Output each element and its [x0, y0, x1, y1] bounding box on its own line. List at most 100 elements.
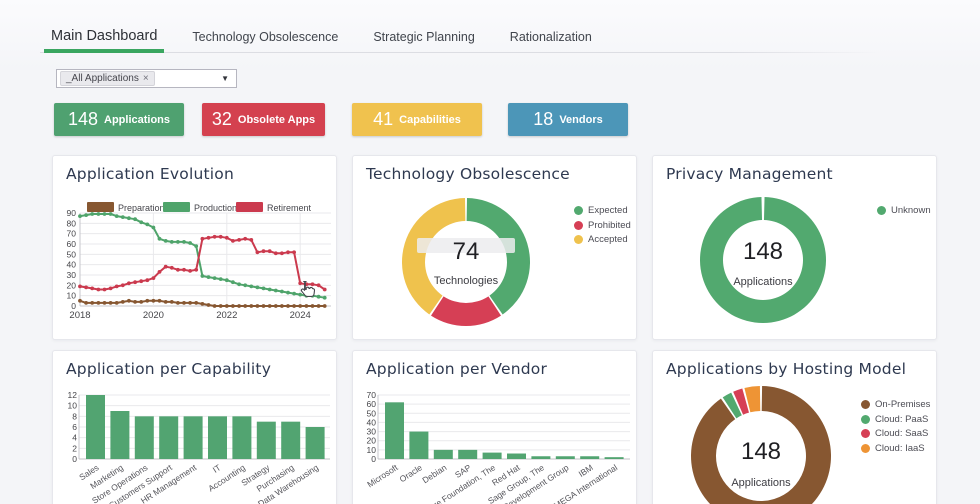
legend-item-prohibited[interactable]: Prohibited	[574, 220, 631, 231]
legend-item-retirement[interactable]: Retirement	[236, 202, 312, 213]
card-applications-by-hosting-model: Applications by Hosting Model 148Applica…	[652, 350, 937, 504]
bar-it[interactable]	[208, 416, 227, 459]
svg-text:2: 2	[72, 443, 77, 453]
bar-purchasing[interactable]	[281, 422, 300, 459]
bar-ibm[interactable]	[580, 456, 599, 459]
svg-text:Microsoft: Microsoft	[365, 462, 400, 490]
legend-item-cloud-saas[interactable]: Cloud: SaaS	[861, 428, 930, 439]
svg-text:2022: 2022	[216, 310, 237, 321]
bar-apache-software-foundation-the[interactable]	[483, 453, 502, 459]
svg-text:2020: 2020	[143, 310, 164, 321]
bar-data-warehousing[interactable]	[306, 427, 325, 459]
legend-label: Cloud: IaaS	[875, 443, 925, 454]
kpi-label: Capabilities	[399, 114, 461, 126]
svg-text:30: 30	[367, 427, 377, 437]
kpi-obsolete-apps[interactable]: 32 Obsolete Apps	[202, 103, 325, 136]
chart-legend: On-Premises Cloud: PaaS Cloud: SaaS Cloud: …	[861, 399, 930, 454]
legend-item-production[interactable]: Production	[163, 202, 237, 213]
kpi-applications[interactable]: 148 Applications	[54, 103, 184, 136]
legend-label: Cloud: SaaS	[875, 428, 928, 439]
legend-item-expected[interactable]: Expected	[574, 205, 631, 216]
bar-mega-international[interactable]	[605, 457, 624, 459]
svg-text:6: 6	[72, 422, 77, 432]
chart-legend: Expected Prohibited Accepted	[574, 205, 631, 245]
bar-sage-group-the[interactable]	[531, 456, 550, 459]
svg-text:30: 30	[67, 270, 77, 280]
svg-text:Preparation: Preparation	[118, 203, 165, 213]
legend-dot-icon	[574, 206, 583, 215]
legend-item-on-premises[interactable]: On-Premises	[861, 399, 930, 410]
svg-text:40: 40	[367, 417, 377, 427]
legend-dot-icon	[861, 429, 870, 438]
kpi-value: 41	[373, 109, 393, 130]
svg-text:Production: Production	[194, 203, 237, 213]
card-application-evolution: Application Evolution 010203040506070809…	[52, 155, 337, 340]
svg-text:90: 90	[67, 208, 77, 218]
donut-chart-privacy-management[interactable]: 148Applications	[653, 156, 936, 339]
line-chart-application-evolution[interactable]: 01020304050607080902018202020222024Prepa…	[53, 156, 336, 339]
svg-text:0: 0	[72, 454, 77, 464]
donut-center-label: Applications	[731, 477, 791, 489]
bar-sales[interactable]	[86, 395, 105, 459]
bar-hr-management[interactable]	[184, 416, 203, 459]
bar-chart-application-per-capability[interactable]: 024681012SalesMarketingStore OperationsC…	[53, 351, 336, 504]
legend-dot-icon	[861, 444, 870, 453]
card-application-per-vendor: Application per Vendor 010203040506070Mi…	[352, 350, 637, 504]
kpi-vendors[interactable]: 18 Vendors	[508, 103, 628, 136]
bar-marketing[interactable]	[110, 411, 129, 459]
legend-item-preparation[interactable]: Preparation	[87, 202, 165, 213]
legend-item-cloud-paas[interactable]: Cloud: PaaS	[861, 414, 930, 425]
svg-text:70: 70	[367, 390, 377, 400]
svg-text:Retirement: Retirement	[267, 203, 312, 213]
tab-strategic-planning[interactable]: Strategic Planning	[366, 30, 481, 53]
kpi-value: 148	[68, 109, 98, 130]
svg-text:80: 80	[67, 218, 77, 228]
bar-oracle[interactable]	[409, 432, 428, 459]
tab-rationalization[interactable]: Rationalization	[503, 30, 599, 53]
legend-label: Accepted	[588, 234, 628, 245]
svg-text:70: 70	[67, 229, 77, 239]
bar-accounting[interactable]	[232, 416, 251, 459]
svg-text:8: 8	[72, 411, 77, 421]
tab-main-dashboard[interactable]: Main Dashboard	[44, 28, 164, 53]
tab-bar: Main Dashboard Technology Obsolescence S…	[44, 24, 599, 53]
svg-text:12: 12	[68, 390, 78, 400]
svg-text:20: 20	[367, 436, 377, 446]
kpi-label: Obsolete Apps	[238, 114, 315, 126]
legend-label: Unknown	[891, 205, 931, 216]
card-privacy-management: Privacy Management 148Applications Unkno…	[652, 155, 937, 340]
svg-text:Debian: Debian	[420, 462, 448, 485]
legend-item-unknown[interactable]: Unknown	[877, 205, 931, 216]
bar-postgresql-global-development-group[interactable]	[556, 456, 575, 459]
svg-text:60: 60	[367, 399, 377, 409]
svg-text:IT: IT	[211, 462, 223, 475]
svg-text:10: 10	[67, 291, 77, 301]
legend-item-cloud-iaas[interactable]: Cloud: IaaS	[861, 443, 930, 454]
bar-store-operations[interactable]	[135, 416, 154, 459]
bar-sap[interactable]	[458, 450, 477, 459]
svg-text:Oracle: Oracle	[398, 462, 425, 484]
bar-chart-application-per-vendor[interactable]: 010203040506070MicrosoftOracleDebianSAPA…	[353, 351, 636, 504]
donut-center-label: Applications	[733, 276, 793, 288]
remove-filter-icon[interactable]: ×	[143, 73, 149, 84]
application-filter-select[interactable]: _All Applications × ▼	[56, 69, 237, 88]
legend-item-accepted[interactable]: Accepted	[574, 234, 631, 245]
bar-red-hat[interactable]	[507, 454, 526, 459]
card-technology-obsolescence: Technology Obsolescence 74Technologies E…	[352, 155, 637, 340]
donut-center-value: 148	[741, 438, 781, 465]
svg-text:50: 50	[367, 408, 377, 418]
legend-label: On-Premises	[875, 399, 930, 410]
bar-debian[interactable]	[434, 450, 453, 459]
dropdown-arrow-icon[interactable]: ▼	[221, 74, 229, 83]
kpi-capabilities[interactable]: 41 Capabilities	[352, 103, 482, 136]
bar-microsoft[interactable]	[385, 402, 404, 459]
legend-dot-icon	[861, 400, 870, 409]
donut-chart-technology-obsolescence[interactable]: 74Technologies	[353, 156, 636, 339]
donut-slice-prohibited[interactable]	[431, 296, 501, 326]
kpi-value: 32	[212, 109, 232, 130]
bar-customers-support[interactable]	[159, 416, 178, 459]
bar-strategy[interactable]	[257, 422, 276, 459]
legend-label: Prohibited	[588, 220, 631, 231]
tab-technology-obsolescence[interactable]: Technology Obsolescence	[185, 30, 345, 53]
donut-center-label: Technologies	[434, 275, 499, 287]
